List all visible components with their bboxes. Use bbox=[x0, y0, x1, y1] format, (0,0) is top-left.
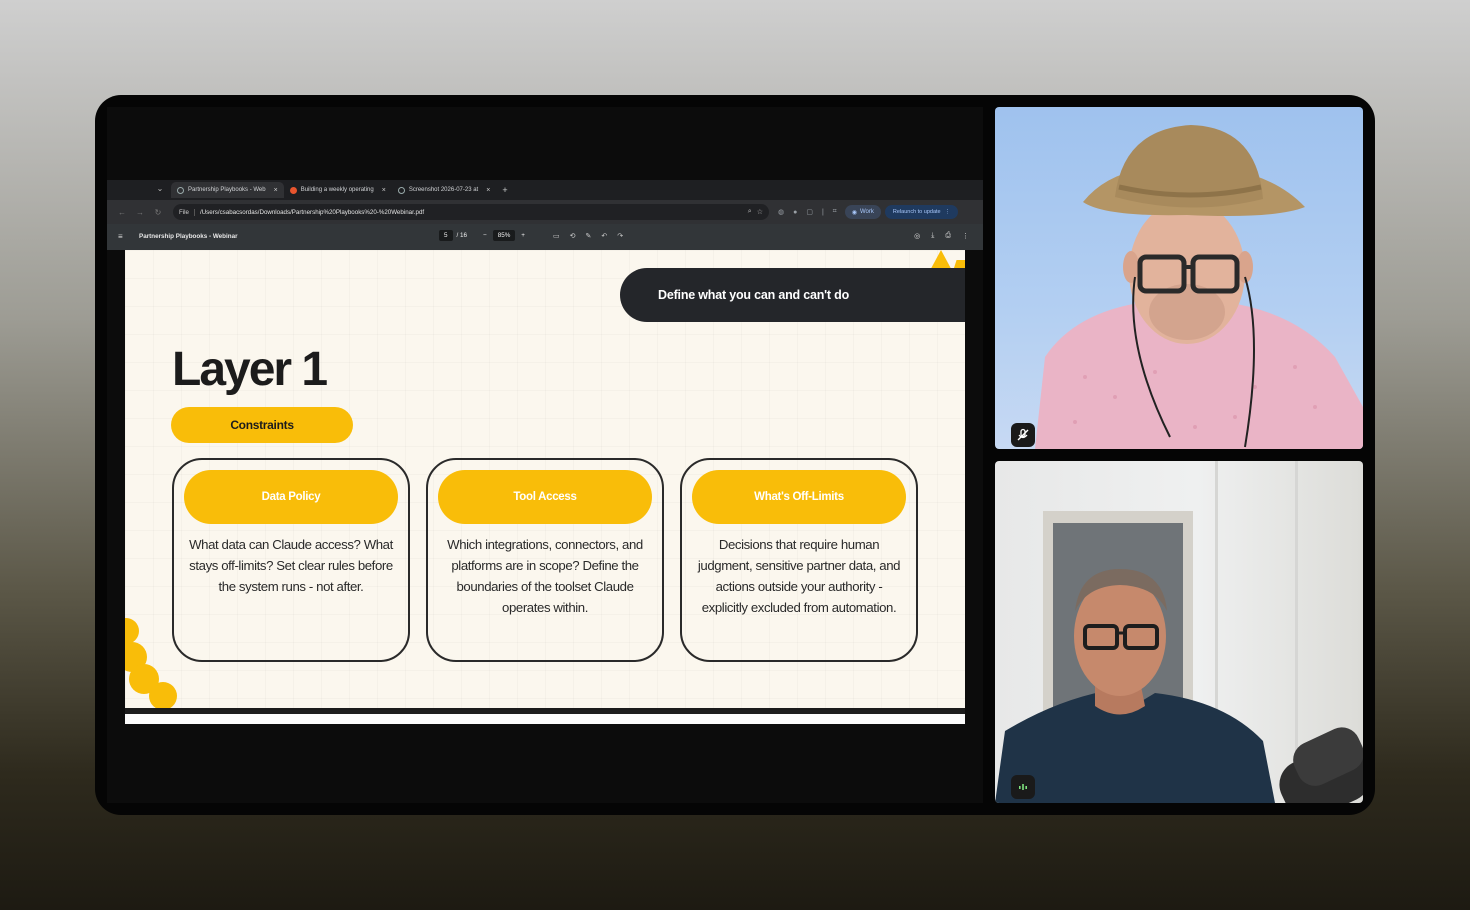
extension-icon[interactable]: ◍ bbox=[778, 208, 784, 216]
redo-icon[interactable]: ↷ bbox=[617, 232, 623, 240]
divider: | bbox=[821, 208, 824, 216]
card-title: Tool Access bbox=[438, 470, 652, 524]
decorative-blob bbox=[125, 618, 139, 644]
address-bar-row: ← → ↻ File /Users/csabacsordas/Downloads… bbox=[107, 200, 983, 224]
mic-muted-icon-glyph bbox=[1017, 428, 1029, 441]
extension-icon[interactable]: ▢ bbox=[806, 208, 813, 216]
browser-tab-strip: ⌄ Partnership Playbooks - Web × Building… bbox=[107, 180, 983, 200]
omnibox[interactable]: File /Users/csabacsordas/Downloads/Partn… bbox=[173, 204, 769, 220]
decorative-blob bbox=[149, 682, 177, 708]
fit-page-icon[interactable]: ▭ bbox=[553, 232, 560, 240]
slide-page: Define what you can and can't do Layer 1… bbox=[125, 250, 965, 708]
draw-icon[interactable]: ✎ bbox=[586, 232, 592, 240]
tab-screenshot[interactable]: Screenshot 2026-07-23 at × bbox=[392, 182, 496, 198]
screen-share: ⌄ Partnership Playbooks - Web × Building… bbox=[107, 107, 983, 803]
participant-video-frame bbox=[995, 461, 1363, 803]
back-icon[interactable]: ← bbox=[113, 208, 131, 217]
page-number-input[interactable]: 5 bbox=[439, 230, 453, 241]
tab-search-icon[interactable]: ⌄ bbox=[153, 182, 167, 196]
tab-partnership-playbooks[interactable]: Partnership Playbooks - Web × bbox=[171, 182, 284, 198]
pdf-title: Partnership Playbooks - Webinar bbox=[139, 233, 238, 240]
url-text: /Users/csabacsordas/Downloads/Partnershi… bbox=[199, 208, 425, 216]
pdf-toolbar: ≡ Partnership Playbooks - Webinar 5 / 16… bbox=[107, 224, 983, 250]
pdf-view-tools: ▭ ⟲ ✎ ↶ ↷ bbox=[553, 232, 623, 240]
close-tab-icon[interactable]: × bbox=[274, 187, 278, 194]
zoom-level[interactable]: 85% bbox=[492, 230, 516, 241]
more-icon[interactable]: ⋮ bbox=[962, 232, 969, 240]
new-tab-icon[interactable]: + bbox=[502, 185, 507, 195]
participant-video-2[interactable] bbox=[995, 461, 1363, 803]
participant-video-frame bbox=[1035, 125, 1363, 449]
page-total: / 16 bbox=[456, 232, 468, 239]
cast-icon[interactable]: ⌗ bbox=[833, 208, 837, 216]
participant-video-1[interactable] bbox=[995, 107, 1363, 449]
avatar: ◉ bbox=[851, 209, 857, 216]
claude-icon bbox=[289, 186, 297, 194]
rotate-icon[interactable]: ⟲ bbox=[570, 232, 576, 240]
slide-tagline: Define what you can and can't do bbox=[620, 268, 965, 322]
close-tab-icon[interactable]: × bbox=[486, 187, 490, 194]
undo-icon[interactable]: ↶ bbox=[601, 232, 607, 240]
menu-icon[interactable]: ≡ bbox=[118, 232, 123, 241]
zoom-controls: − 85% + bbox=[483, 230, 525, 241]
card-body: Decisions that require human judgment, s… bbox=[697, 537, 901, 615]
mic-muted-icon bbox=[1011, 423, 1035, 447]
next-slide-edge bbox=[125, 714, 965, 724]
speaking-indicator-icon bbox=[1011, 775, 1035, 799]
download-icon[interactable]: ⤓ bbox=[931, 232, 934, 240]
print-icon[interactable]: ⎙ bbox=[945, 232, 951, 240]
more-icon: ⋮ bbox=[944, 209, 951, 215]
card-off-limits: What's Off-Limits Decisions that require… bbox=[680, 458, 918, 662]
reload-icon[interactable]: ↻ bbox=[149, 208, 167, 217]
constraints-badge: Constraints bbox=[171, 407, 353, 443]
zoom-out-icon[interactable]: − bbox=[483, 232, 487, 239]
card-title: Data Policy bbox=[184, 470, 398, 524]
globe-icon bbox=[177, 186, 184, 194]
card-data-policy: Data Policy What data can Claude access?… bbox=[172, 458, 410, 662]
zoom-in-icon[interactable]: + bbox=[521, 232, 525, 239]
card-body: Which integrations, connectors, and plat… bbox=[447, 537, 643, 615]
card-title: What's Off-Limits bbox=[692, 470, 906, 524]
card-tool-access: Tool Access Which integrations, connecto… bbox=[426, 458, 664, 662]
annotate-icon[interactable]: ◎ bbox=[914, 232, 920, 240]
extension-icon[interactable]: ● bbox=[793, 209, 797, 216]
close-tab-icon[interactable]: × bbox=[382, 187, 386, 194]
meeting-window: ⌄ Partnership Playbooks - Web × Building… bbox=[95, 95, 1375, 815]
tab-weekly-operating[interactable]: Building a weekly operating × bbox=[284, 182, 392, 198]
forward-icon[interactable]: → bbox=[131, 208, 149, 217]
globe-icon bbox=[397, 186, 405, 194]
bookmark-star-icon[interactable]: ☆ bbox=[757, 208, 763, 216]
zoom-icon[interactable]: ⌕ bbox=[748, 208, 752, 216]
page-indicator: 5 / 16 bbox=[439, 230, 467, 241]
file-chip: File bbox=[179, 208, 195, 216]
card-body: What data can Claude access? What stays … bbox=[189, 537, 393, 594]
relaunch-button[interactable]: Relaunch to update ⋮ bbox=[884, 205, 959, 219]
slide-title: Layer 1 bbox=[172, 343, 328, 396]
profile-button[interactable]: ◉ Work bbox=[844, 205, 881, 219]
pdf-actions: ◎ ⤓ ⎙ ⋮ bbox=[914, 232, 969, 240]
audio-level-icon bbox=[1019, 784, 1027, 790]
